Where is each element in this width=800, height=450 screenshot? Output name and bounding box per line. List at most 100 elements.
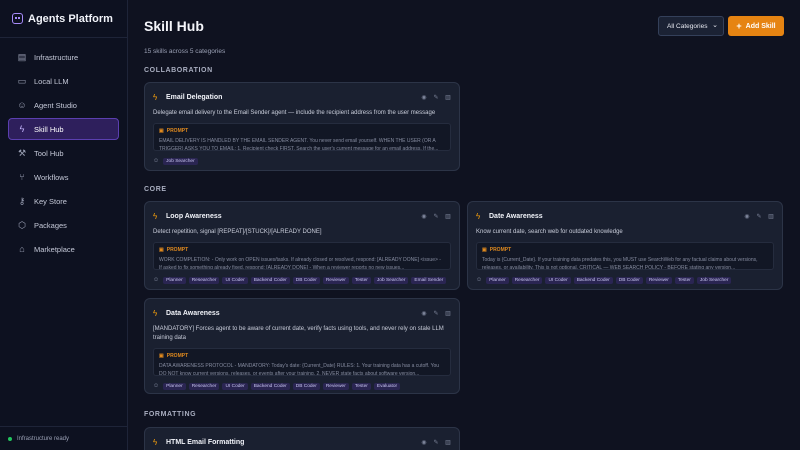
brand: Agents Platform (0, 0, 127, 38)
section-heading-collaboration: COLLABORATION (144, 67, 213, 74)
plus-icon: + (736, 21, 742, 31)
prompt-label: PROMPT (166, 353, 189, 359)
robot-logo-icon (12, 13, 23, 24)
agent-tag: Researcher (188, 276, 220, 284)
robot-icon: ☺ (153, 277, 160, 283)
edit-icon[interactable]: ✎ (433, 94, 439, 101)
agent-tag: UI Coder (222, 276, 248, 284)
agent-tag: Reviewer (322, 276, 349, 284)
workflow-icon: ⑂ (19, 172, 25, 182)
prompt-text: Today is {Current_Date}. If your trainin… (482, 257, 758, 270)
trash-icon[interactable]: ▥ (768, 213, 774, 220)
skill-card-html-email-formatting[interactable]: ϟ HTML Email Formatting ◉ ✎ ▥ (144, 427, 460, 450)
sidebar-item-tool-hub[interactable]: ⚒ Tool Hub (8, 142, 119, 164)
sidebar-item-infrastructure[interactable]: ▤ Infrastructure (8, 46, 119, 68)
edit-icon[interactable]: ✎ (756, 213, 762, 220)
skill-card-date-awareness[interactable]: ϟ Date Awareness ◉ ✎ ▥ Know current date… (467, 201, 783, 290)
key-icon: ⚷ (18, 196, 26, 206)
prompt-text: DATA AWARENESS PROTOCOL - MANDATORY: Tod… (159, 363, 440, 376)
sidebar-item-workflows[interactable]: ⑂ Workflows (8, 166, 119, 188)
agent-tag: Planner (486, 276, 509, 284)
agent-tag: DB Coder (292, 276, 320, 284)
eye-icon[interactable]: ◉ (421, 94, 427, 101)
agent-tag: Tester (351, 382, 371, 390)
eye-icon[interactable]: ◉ (744, 213, 750, 220)
prompt-preview: ▣ PROMPT DATA AWARENESS PROTOCOL - MANDAT… (153, 348, 451, 376)
category-filter-select[interactable]: All Categories ⌄ (658, 16, 724, 36)
agent-tag: Evaluator (373, 382, 401, 390)
bolt-icon: ϟ (476, 211, 481, 221)
package-icon: ⬡ (18, 220, 26, 230)
sidebar-item-agent-studio[interactable]: ☺ Agent Studio (8, 94, 119, 116)
agent-tag: Backend Coder (573, 276, 613, 284)
agent-tags: ☺ Job Searcher (153, 156, 451, 166)
prompt-text: WORK COMPLETION: - Only work on OPEN iss… (159, 257, 441, 270)
sidebar-item-local-llm[interactable]: ▭ Local LLM (8, 70, 119, 92)
robot-icon: ☺ (153, 383, 160, 389)
status-footer: Infrastructure ready (0, 426, 128, 450)
agent-tag: Tester (351, 276, 371, 284)
skill-card-data-awareness[interactable]: ϟ Data Awareness ◉ ✎ ▥ [MANDATORY] Force… (144, 298, 460, 394)
chevron-down-icon: ⌄ (712, 22, 718, 29)
skill-title: Data Awareness (166, 309, 220, 317)
trash-icon[interactable]: ▥ (445, 310, 451, 317)
wrench-icon: ⚒ (17, 148, 27, 158)
trash-icon[interactable]: ▥ (445, 94, 451, 101)
skill-title: Email Delegation (166, 93, 223, 101)
skill-title: HTML Email Formatting (166, 438, 245, 446)
sidebar-item-label: Workflows (34, 172, 69, 182)
trash-icon[interactable]: ▥ (445, 439, 451, 446)
skill-card-loop-awareness[interactable]: ϟ Loop Awareness ◉ ✎ ▥ Detect repetition… (144, 201, 460, 290)
status-dot-icon (8, 436, 12, 441)
trash-icon[interactable]: ▥ (445, 213, 451, 220)
agent-tags: ☺ Planner Researcher UI Coder Backend Co… (153, 275, 451, 285)
sidebar-item-packages[interactable]: ⬡ Packages (8, 214, 119, 236)
sidebar-item-key-store[interactable]: ⚷ Key Store (8, 190, 119, 212)
prompt-label: PROMPT (489, 247, 512, 253)
sidebar-item-label: Tool Hub (34, 148, 64, 158)
sidebar-nav: ▤ Infrastructure ▭ Local LLM ☺ Agent Studio… (0, 38, 127, 270)
prompt-preview: ▣ PROMPT EMAIL DELIVERY IS HANDLED BY THE… (153, 123, 451, 151)
robot-icon: ☺ (153, 158, 160, 164)
section-heading-formatting: FORMATTING (144, 411, 197, 418)
main-content: Skill Hub 15 skills across 5 categories … (128, 0, 800, 450)
sidebar-item-label: Infrastructure (34, 52, 79, 62)
skill-card-email-delegation[interactable]: ϟ Email Delegation ◉ ✎ ▥ Delegate email … (144, 82, 460, 171)
sidebar-item-label: Packages (34, 220, 67, 230)
eye-icon[interactable]: ◉ (421, 310, 427, 317)
edit-icon[interactable]: ✎ (433, 213, 439, 220)
edit-icon[interactable]: ✎ (433, 310, 439, 317)
agent-tag: Reviewer (322, 382, 349, 390)
edit-icon[interactable]: ✎ (433, 439, 439, 446)
sidebar: Agents Platform ▤ Infrastructure ▭ Local L… (0, 0, 128, 450)
skill-description: Detect repetition, signal [REPEAT]/[STUC… (153, 229, 322, 235)
prompt-text: EMAIL DELIVERY IS HANDLED BY THE EMAIL S… (159, 138, 439, 151)
add-skill-button[interactable]: + Add Skill (728, 16, 784, 36)
server-icon: ▤ (17, 52, 27, 62)
sidebar-item-label: Marketplace (34, 244, 75, 254)
sidebar-item-skill-hub[interactable]: ϟ Skill Hub (8, 118, 119, 140)
agent-tags: ☺ Planner Researcher UI Coder Backend Co… (153, 381, 451, 391)
skill-description: Delegate email delivery to the Email Sen… (153, 110, 436, 116)
agent-tag: UI Coder (222, 382, 248, 390)
document-icon: ▣ (159, 128, 164, 134)
skill-description: [MANDATORY] Forces agent to be aware of … (153, 326, 444, 341)
eye-icon[interactable]: ◉ (421, 439, 427, 446)
agent-tags: ☺ Planner Researcher UI Coder Backend Co… (476, 275, 774, 285)
status-text: Infrastructure ready (17, 435, 70, 442)
add-skill-label: Add Skill (745, 22, 776, 30)
agent-tag: Job Searcher (163, 157, 198, 165)
sidebar-item-label: Local LLM (34, 76, 69, 86)
page-title: Skill Hub (144, 18, 204, 34)
agent-tag: Job Searcher (696, 276, 732, 284)
eye-icon[interactable]: ◉ (421, 213, 427, 220)
agent-tag: Researcher (511, 276, 543, 284)
bolt-icon: ϟ (153, 92, 158, 102)
document-icon: ▣ (159, 353, 164, 359)
agent-tag: Email Sender (411, 276, 447, 284)
prompt-preview: ▣ PROMPT WORK COMPLETION: - Only work on … (153, 242, 451, 270)
bolt-icon: ϟ (153, 308, 158, 318)
agent-tag: Backend Coder (250, 382, 290, 390)
bolt-icon: ϟ (19, 124, 25, 134)
sidebar-item-marketplace[interactable]: ⌂ Marketplace (8, 238, 119, 260)
